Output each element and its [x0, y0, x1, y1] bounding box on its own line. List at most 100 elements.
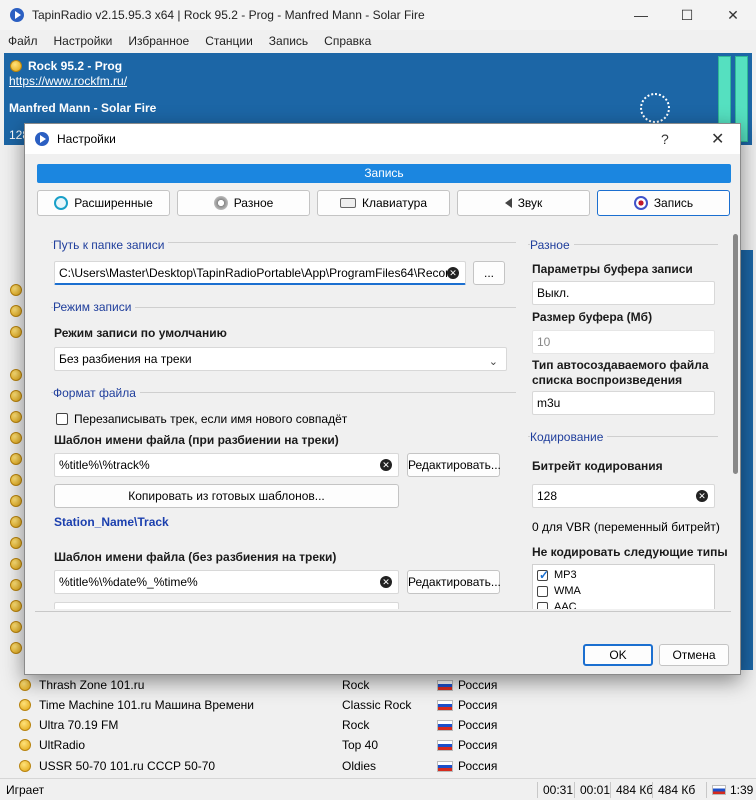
menu-stations[interactable]: Станции	[197, 30, 261, 52]
station-icon	[10, 305, 22, 317]
close-button[interactable]: ✕	[710, 0, 756, 30]
aac-checkbox[interactable]	[537, 601, 548, 609]
station-row[interactable]: Time Machine 101.ru Машина Времени Class…	[0, 695, 756, 715]
buffer-params-value: Выкл.	[537, 286, 570, 300]
format-label: WMA	[554, 585, 581, 597]
overwrite-label: Перезаписывать трек, если имя нового сов…	[74, 412, 348, 426]
tab-misc[interactable]: Разное	[177, 190, 310, 216]
format-item-wma[interactable]: WMA	[537, 585, 581, 597]
menu-help[interactable]: Справка	[316, 30, 379, 52]
edit-template-button[interactable]: Редактировать...	[407, 453, 501, 477]
format-list[interactable]: MP3 WMA AAC	[532, 564, 715, 609]
station-name: Thrash Zone 101.ru	[39, 678, 145, 692]
maximize-button[interactable]: ☐	[664, 0, 710, 30]
template-nosplit-value: %title%\%date%_%time%	[59, 575, 198, 589]
clear-icon[interactable]: ✕	[380, 459, 392, 471]
overwrite-checkbox[interactable]	[56, 413, 68, 425]
template-preview: Station_Name\Track	[54, 515, 169, 529]
help-button[interactable]: ?	[661, 131, 669, 147]
misc-title: Разное	[530, 238, 574, 252]
scrollbar-thumb[interactable]	[733, 234, 738, 474]
playlist-type-value: m3u	[537, 396, 561, 410]
tab-record[interactable]: Запись	[597, 190, 730, 216]
station-url-link[interactable]: https://www.rockfm.ru/	[9, 74, 127, 88]
record-path-value: C:\Users\Master\Desktop\TapinRadioPortab…	[59, 266, 456, 280]
bitrate-label: Битрейт кодирования	[532, 459, 663, 473]
edit-template-button[interactable]: Редактировать...	[407, 570, 501, 594]
ok-button[interactable]: OK	[583, 644, 653, 666]
chevron-down-icon: ⌄	[488, 356, 498, 368]
mp3-checkbox[interactable]	[537, 568, 549, 582]
clear-icon[interactable]: ✕	[447, 267, 459, 279]
russia-flag-icon	[437, 760, 453, 772]
format-label: AAC	[554, 601, 577, 609]
cancel-button[interactable]: Отмена	[659, 644, 729, 666]
buffer-size-field[interactable]: 10	[532, 330, 715, 354]
clear-icon[interactable]: ✕	[696, 490, 708, 502]
tab-sound[interactable]: Звук	[457, 190, 590, 216]
copy-templates-button[interactable]: Копировать из готовых шаблонов...	[54, 484, 399, 508]
record-path-field[interactable]: C:\Users\Master\Desktop\TapinRadioPortab…	[54, 261, 466, 285]
menu-favorites[interactable]: Избранное	[120, 30, 197, 52]
window-controls: — ☐ ✕	[618, 0, 756, 30]
next-field[interactable]	[54, 602, 399, 609]
volume-icon[interactable]	[0, 176, 24, 200]
station-icon	[10, 326, 22, 338]
record-mode-select[interactable]: Без разбиения на треки ⌄	[54, 347, 507, 371]
station-icon	[10, 432, 22, 444]
record-mode-title: Режим записи	[53, 300, 136, 314]
station-icon	[10, 390, 22, 402]
template-nosplit-field[interactable]: %title%\%date%_%time% ✕	[54, 570, 399, 594]
browse-button[interactable]: ...	[473, 261, 505, 285]
clear-icon[interactable]: ✕	[380, 576, 392, 588]
buffer-size-label: Размер буфера (Мб)	[532, 310, 653, 324]
station-row[interactable]: UltRadio Top 40 Россия	[0, 735, 756, 755]
buffer-params-label: Параметры буфера записи	[532, 262, 693, 276]
now-playing-station-name: Rock 95.2 - Prog	[28, 59, 123, 73]
bitrate-field[interactable]: 128 ✕	[532, 484, 715, 508]
wma-checkbox[interactable]	[537, 585, 548, 597]
format-item-aac[interactable]: AAC	[537, 601, 577, 609]
station-row[interactable]: USSR 50-70 101.ru СССР 50-70 Oldies Росс…	[0, 756, 756, 776]
station-row[interactable]: Thrash Zone 101.ru Rock Россия	[0, 675, 756, 695]
buffer-params-field[interactable]: Выкл.	[532, 281, 715, 305]
now-playing-station: Rock 95.2 - Prog	[10, 59, 122, 73]
station-icon	[19, 739, 31, 751]
menu-record[interactable]: Запись	[261, 30, 316, 52]
station-country: Россия	[458, 718, 498, 732]
record-path-title: Путь к папке записи	[53, 238, 169, 252]
tab-label: Звук	[517, 196, 543, 210]
sound-icon	[504, 198, 512, 208]
template-split-field[interactable]: %title%\%track% ✕	[54, 453, 399, 477]
russia-flag-icon	[437, 739, 453, 751]
station-name: Time Machine 101.ru Машина Времени	[39, 698, 254, 712]
minimize-button[interactable]: —	[618, 0, 664, 30]
keyboard-icon	[340, 198, 356, 208]
tab-label: Разное	[233, 196, 274, 210]
format-item-mp3[interactable]: MP3	[537, 568, 577, 582]
vbr-note: 0 для VBR (переменный битрейт)	[532, 520, 720, 534]
menu-file[interactable]: Файл	[0, 30, 46, 52]
section-header: Запись	[37, 164, 731, 183]
station-row[interactable]: Ultra 70.19 FM Rock Россия	[0, 715, 756, 735]
station-icon	[10, 411, 22, 423]
playlist-type-field[interactable]: m3u	[532, 391, 715, 415]
playlist-type-label: Тип автосоздаваемого файла списка воспро…	[532, 358, 709, 387]
status-bar: Играет 00:31 00:01 484 Кб 484 Кб 1:39	[0, 778, 756, 800]
buffer-time: 00:01	[574, 782, 610, 798]
station-icon	[10, 621, 22, 633]
dialog-close-button[interactable]: ✕	[711, 129, 724, 149]
settings-scrollbar[interactable]	[733, 224, 739, 609]
russia-flag-icon	[437, 719, 453, 731]
station-icon	[10, 516, 22, 528]
station-country: Россия	[458, 698, 498, 712]
equalizer-icon[interactable]	[640, 93, 670, 123]
station-icon	[10, 453, 22, 465]
record-settings-right: Разное Параметры буфера записи Выкл. Раз…	[528, 224, 743, 609]
settings-dialog: Настройки ? ✕ Запись Расширенные Разное …	[24, 123, 741, 675]
menu-settings[interactable]: Настройки	[46, 30, 121, 52]
station-icon	[19, 719, 31, 731]
record-icon	[633, 196, 648, 210]
tab-advanced[interactable]: Расширенные	[37, 190, 170, 216]
tab-keyboard[interactable]: Клавиатура	[317, 190, 450, 216]
